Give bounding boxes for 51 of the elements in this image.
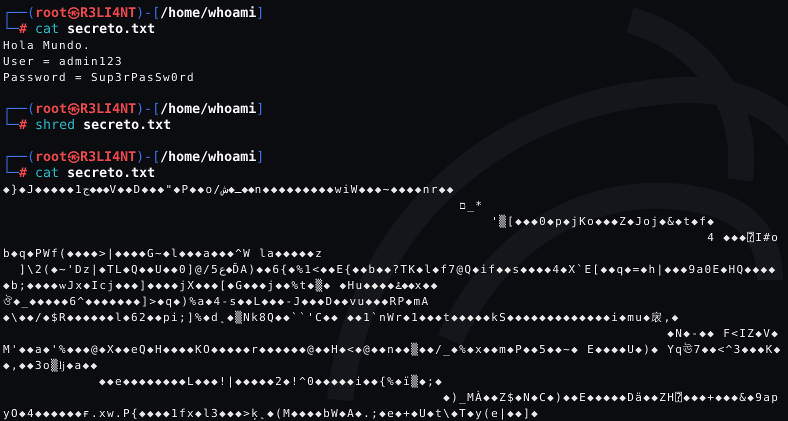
prompt-path: /home/whoami	[160, 102, 256, 117]
prompt-host: R3LI4NT	[80, 150, 136, 165]
output-line: Password = Sup3rPasSw0rd	[3, 70, 196, 86]
prompt-host: R3LI4NT	[80, 102, 136, 117]
output-line: Hola Mundo.	[3, 38, 92, 54]
output-line: yO◆4◆◆◆◆◆◆ғ.xw.P{◆◆◆◆1fx◆l3◆◆◆>ķ˛◆(M◆◆◆◆bW◆A◆.;◆e◆+◆U◆t\◆T◆y(e|◆◆]◆	[3, 406, 540, 421]
prompt-host: R3LI4NT	[80, 6, 136, 21]
prompt-frame: ]	[256, 6, 264, 21]
prompt-symbol: ㉿	[67, 150, 80, 165]
prompt-frame: )-[	[136, 150, 160, 165]
output-line: ◆}◆J◆◆◆◆◆1ج◆◆◆V◆◆D◆◆◆"◆P◆◆o/ـ◆ش◆◆n◆◆◆◆◆◆◆◆◆wiW◆◆◆~◆◆◆◆nr◆◆	[3, 182, 456, 198]
prompt-path: /home/whoami	[160, 150, 256, 165]
prompt-path: /home/whoami	[160, 6, 256, 21]
prompt-user: root	[35, 6, 68, 21]
prompt-mark: #	[19, 166, 28, 181]
output-line: ঔ◆_◆◆◆◆◆6^◆◆◆◆◆◆◆]>◆q◆)%a◆4-s◆◆L◆◆◆-J◆◆◆D◆◆vu◆◆◆RP◆mA	[3, 294, 431, 310]
output-line: b◆q◆PWf(◆◆◆◆>|◆◆◆◆G~◆l◆◆◆a◆◆◆^W la◆◆◆◆◆z	[3, 246, 324, 262]
command-args: secreto.txt	[83, 118, 172, 133]
prompt-frame: ]	[256, 102, 264, 117]
prompt-frame: ┌──(	[3, 150, 36, 165]
output-line: M'◆◆a◆'%◆◆◆@◆X◆◆eQ◆H◆◆◆◆KO◆◆◆◆◆r◆◆◆◆◆◆@◆◆H◆<◆@◆◆n◆◆▒◆◆/_◆%◆x◆◆m◆P◆◆5◆◆~◆ E◆◆◆◆U◆)◆ Yqঊ7◆◆<^3◆◆◆K◆	[3, 342, 783, 358]
prompt-symbol: ㉿	[67, 102, 80, 117]
output-line: ◆\◆◆/◆$R◆◆◆◆◆◆l◆62◆◆pi;]%◆d˛◆▒Nk8Q◆◆``'C◆◆ ◆◆1`nWr◆1◆◆◆t◆◆◆◆◆kS◆◆◆◆◆◆◆◆◆◆◆◆◆i◆mu◆扆,◆	[3, 310, 681, 326]
prompt-frame: └─	[3, 22, 20, 37]
command-name: cat	[35, 22, 60, 37]
output-line: 4 ◆◆◆⍰I#o	[706, 230, 780, 246]
command-name: cat	[35, 166, 60, 181]
prompt-mark: #	[19, 118, 28, 133]
output-line: ם_*	[458, 198, 484, 214]
prompt-mark: #	[19, 22, 28, 37]
prompt-frame: └─	[3, 118, 20, 133]
output-line: '▒[◆◆◆0◆p◆jKo◆◆◆Z◆Joj◆&◆t◆f◆	[490, 214, 716, 230]
output-line: ◆,◆◆3o▒ǉ◆a◆◆	[3, 358, 100, 374]
command-args: secreto.txt	[67, 22, 156, 37]
prompt-user: root	[35, 102, 68, 117]
prompt-frame: ┌──(	[3, 6, 36, 21]
output-line: ◆◆e◆◆◆◆◆◆◆◆L◆◆◆!|◆◆◆◆◆2◆!^0◆◆◆◆◆i◆◆{%◆ï▒◆;◆	[98, 374, 444, 390]
command-name: shred	[35, 118, 76, 133]
prompt-frame: ┌──(	[3, 102, 36, 117]
output-line: ◆)_MÀ◆◆Z$◆N◆C◆)◆◆E◆◆◆◆◆Dä◆◆ZH⍰◆◆◆+◆◆◆&◆9ap	[442, 390, 780, 406]
prompt-frame: └─	[3, 166, 20, 181]
prompt-frame: ]	[256, 150, 264, 165]
prompt-frame: )-[	[136, 102, 160, 117]
output-line: User = admin123	[3, 54, 124, 70]
prompt-frame: )-[	[136, 6, 160, 21]
prompt-symbol: ㉿	[67, 6, 80, 21]
command-args: secreto.txt	[67, 166, 156, 181]
output-line: ◆b;◆◆◆◆ѡJx◆Icj◆◆◆]◆◆◆◆jX◆◆◆[◆G◆◆◆j◆◆%t◆▒◆ ◆Hu◆◆◆◆ۓ◆◆x◆◆	[3, 278, 440, 294]
prompt-user: root	[35, 150, 68, 165]
output-line: ]\2(◆~'Dz|◆TL◆Q◆◆U◆◆0]@/5ع◆ĎA)◆◆6{◆%1<◆◆E{◆◆b◆◆?TK◆l◆f7@Q◆if◆◆s◆◆◆◆4◆X`E[◆◆q◆=◆h|◆◆◆9a0E◆HQ◆◆◆◆	[18, 262, 778, 278]
output-line: ◆N◆-◆◆ F<IZ◆V◆	[666, 326, 780, 342]
